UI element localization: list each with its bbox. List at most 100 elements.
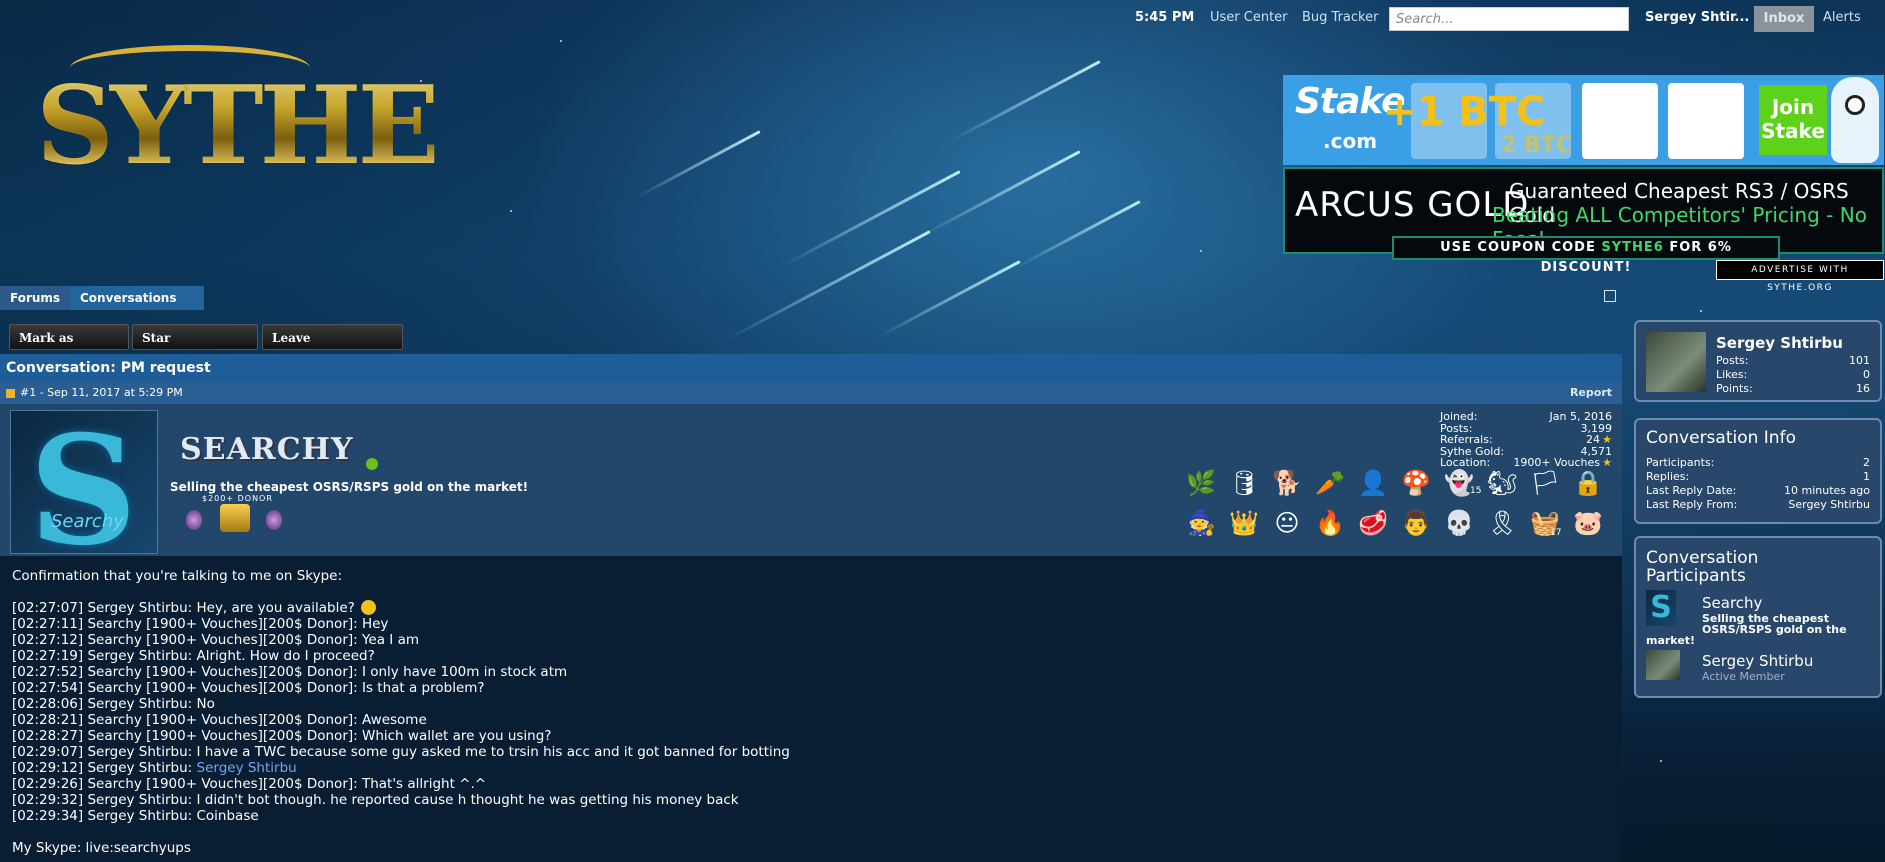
trophy-icon[interactable]: 🐷 — [1573, 508, 1603, 538]
conversation-info-title: Conversation Info — [1646, 428, 1796, 448]
online-status-icon — [366, 458, 378, 470]
visitor-stat-posts: Posts: 101 — [1716, 354, 1870, 367]
trophy-icon[interactable]: 👤 — [1358, 468, 1388, 498]
visitor-name[interactable]: Sergey Shtirbu — [1716, 334, 1843, 352]
trophy-icon[interactable]: 🐿 — [1487, 468, 1517, 498]
mascot-eye-icon — [1845, 95, 1865, 115]
clock: 5:45 PM — [1135, 10, 1195, 25]
participant-title: OSRS/RSPS gold on the — [1702, 623, 1847, 636]
trophy-icon[interactable]: 🎗 — [1487, 508, 1517, 538]
avatar[interactable]: S Searchy — [10, 410, 158, 554]
coupon-banner[interactable]: USE COUPON CODE SYTHE6 FOR 6% DISCOUNT! — [1392, 236, 1780, 275]
user-center-link[interactable]: User Center — [1210, 10, 1288, 25]
trophy-icon[interactable]: 🥕 — [1315, 468, 1345, 498]
breadcrumb-forums[interactable]: Forums — [0, 286, 70, 310]
popout-icon[interactable] — [1604, 290, 1616, 302]
info-replies: Replies: 1 — [1646, 470, 1870, 483]
stat-referrals: Referrals: 24 ★ — [1440, 433, 1612, 446]
message-line: [02:27:19] Sergey Shtirbu: Alright. How … — [12, 648, 375, 664]
breadcrumb-conversations[interactable]: Conversations — [70, 286, 204, 310]
message-line: [02:27:11] Searchy [1900+ Vouches][200$ … — [12, 616, 389, 632]
participant-title: Active Member — [1702, 670, 1785, 683]
report-link[interactable]: Report — [1570, 382, 1612, 404]
trophy-icon[interactable]: 🐕 — [1272, 468, 1302, 498]
mark-unread-button[interactable]: Mark as Unread — [9, 324, 129, 371]
trophy-icon[interactable]: 🌿 — [1186, 468, 1216, 498]
badge-icon — [186, 510, 202, 530]
stake-ad-banner[interactable]: Stake .com +1 BTC 2 BTC Join Stake — [1283, 75, 1884, 165]
trophy-icon[interactable]: 🛢 — [1229, 468, 1259, 498]
message-line: [02:29:34] Sergey Shtirbu: Coinbase — [12, 808, 259, 824]
visitor-stat-points: Points: 16 — [1716, 382, 1870, 395]
trophy-icon[interactable]: 👨 — [1401, 508, 1431, 538]
message-line: My Skype: live:searchyups — [12, 840, 191, 856]
trophy-icon[interactable]: 💀 — [1444, 508, 1474, 538]
trophy-icon[interactable]: 🍄 — [1401, 468, 1431, 498]
participant-title: market! — [1646, 634, 1696, 647]
message-icon — [6, 389, 15, 398]
trophy-icon[interactable]: 🧙 — [1186, 508, 1216, 538]
donor-label: $200+ DONOR — [202, 494, 273, 503]
message-line: [02:28:27] Searchy [1900+ Vouches][200$ … — [12, 728, 552, 744]
star — [1660, 760, 1662, 762]
badge-icon — [266, 510, 282, 530]
btc-promo: +1 BTC — [1383, 89, 1546, 135]
user-title: Selling the cheapest OSRS/RSPS gold on t… — [170, 480, 529, 494]
stat-location: Location: 1900+ Vouches ★ — [1440, 456, 1612, 469]
meteor-streak — [949, 60, 1101, 143]
meteor-streak — [878, 260, 1021, 338]
trophy-icon[interactable]: 👑 — [1229, 508, 1259, 538]
user-mention-link[interactable]: Sergey Shtirbu — [197, 760, 297, 776]
visitor-avatar[interactable] — [1646, 332, 1706, 392]
bug-tracker-link[interactable]: Bug Tracker — [1302, 10, 1378, 25]
advertise-link[interactable]: ADVERTISE WITH SYTHE.ORG — [1716, 260, 1884, 293]
conversation-title: Conversation: PM request — [0, 354, 1622, 382]
trophy-icon[interactable]: 😐 — [1272, 508, 1302, 538]
account-menu[interactable]: Sergey Shtir... — [1645, 10, 1749, 25]
message-line: [02:29:32] Sergey Shtirbu: I didn't bot … — [12, 792, 739, 808]
trophy-grid: 🌿 🛢 🐕 🥕 👤 🍄 👻 15 🐿 🏳 🔒 🧙 👑 😐 🔥 🥩 👨 💀 🎗 🧺… — [1186, 468, 1616, 548]
conversation-participants-panel: Conversation Participants S Searchy Sell… — [1634, 536, 1882, 698]
participant-avatar[interactable] — [1646, 650, 1680, 680]
message-line: [02:29:12] Sergey Shtirbu: — [12, 760, 197, 776]
info-participants: Participants: 2 — [1646, 456, 1870, 469]
gold-badge-icon — [220, 504, 250, 532]
message-line: [02:27:07] Sergey Shtirbu: Hey, are you … — [12, 600, 355, 616]
search-input[interactable]: Search... — [1389, 7, 1629, 31]
join-stake-button[interactable]: Join Stake — [1759, 85, 1827, 155]
ad-tile — [1668, 83, 1744, 159]
visitor-stat-likes: Likes: 0 — [1716, 368, 1870, 381]
meteor-streak — [1015, 200, 1141, 269]
conversation-panel: Conversation: PM request #1 - Sep 11, 20… — [0, 354, 1622, 862]
username-banner[interactable]: SEARCHY — [180, 432, 353, 467]
message-body: Confirmation that you're talking to me o… — [0, 556, 1622, 862]
info-last-reply-date: Last Reply Date: 10 minutes ago — [1646, 484, 1870, 497]
poster-info: S Searchy SEARCHY Selling the cheapest O… — [0, 404, 1622, 556]
trophy-icon[interactable]: 🔒 — [1573, 468, 1603, 498]
participant-name[interactable]: Searchy — [1702, 594, 1762, 612]
avatar-label: Searchy — [51, 511, 124, 532]
mascot-icon — [1831, 77, 1879, 163]
top-nav-bar: 5:45 PM User Center Bug Tracker Search..… — [0, 0, 1885, 36]
message-line: [02:29:07] Sergey Shtirbu: I have a TWC … — [12, 744, 790, 760]
stat-gold: Sythe Gold: 4,571 — [1440, 444, 1612, 458]
info-last-reply-from: Last Reply From: Sergey Shtirbu — [1646, 498, 1870, 511]
alerts-link[interactable]: Alerts — [1823, 10, 1861, 25]
trophy-icon[interactable]: 🥩 — [1358, 508, 1388, 538]
site-logo[interactable]: SYTHE — [30, 45, 440, 190]
leave-conversation-button[interactable]: Leave Conversation — [262, 324, 403, 371]
coupon-code: SYTHE6 — [1601, 240, 1664, 255]
message-meta[interactable]: #1 - Sep 11, 2017 at 5:29 PM — [20, 386, 183, 399]
participants-title-line-1: Conversation — [1646, 548, 1759, 568]
participant-avatar[interactable]: S — [1646, 590, 1676, 626]
participant-name[interactable]: Sergey Shtirbu — [1702, 652, 1813, 670]
inbox-button[interactable]: Inbox — [1754, 6, 1814, 32]
trophy-icon[interactable]: 🏳 — [1530, 468, 1560, 498]
star-conversation-button[interactable]: Star Conversation — [132, 324, 258, 371]
message-line: [02:28:06] Sergey Shtirbu: No — [12, 696, 215, 712]
message-line: [02:27:52] Searchy [1900+ Vouches][200$ … — [12, 664, 568, 680]
smiley-icon — [361, 600, 377, 615]
conversation-info-panel: Conversation Info Participants: 2 Replies… — [1634, 418, 1882, 524]
trophy-icon[interactable]: 🔥 — [1315, 508, 1345, 538]
ad-tile — [1582, 83, 1658, 159]
